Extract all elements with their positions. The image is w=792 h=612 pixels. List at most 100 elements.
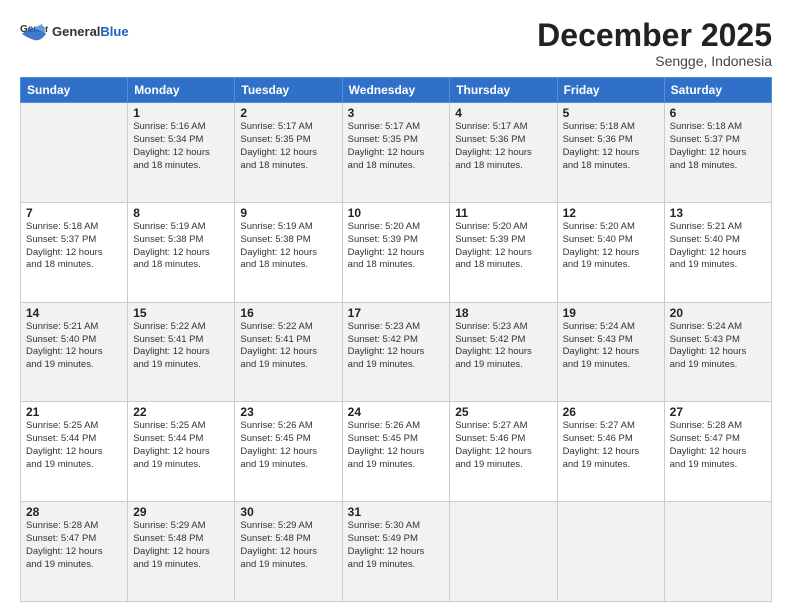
calendar-cell: 1Sunrise: 5:16 AM Sunset: 5:34 PM Daylig…: [128, 103, 235, 203]
day-info: Sunrise: 5:20 AM Sunset: 5:39 PM Dayligh…: [455, 221, 551, 272]
calendar-cell: 20Sunrise: 5:24 AM Sunset: 5:43 PM Dayli…: [664, 302, 771, 402]
calendar-cell: 5Sunrise: 5:18 AM Sunset: 5:36 PM Daylig…: [557, 103, 664, 203]
calendar-cell: 16Sunrise: 5:22 AM Sunset: 5:41 PM Dayli…: [235, 302, 342, 402]
day-info: Sunrise: 5:21 AM Sunset: 5:40 PM Dayligh…: [670, 221, 766, 272]
calendar-cell: 13Sunrise: 5:21 AM Sunset: 5:40 PM Dayli…: [664, 202, 771, 302]
calendar-week-row: 21Sunrise: 5:25 AM Sunset: 5:44 PM Dayli…: [21, 402, 772, 502]
day-number: 13: [670, 206, 766, 220]
calendar-cell: 21Sunrise: 5:25 AM Sunset: 5:44 PM Dayli…: [21, 402, 128, 502]
day-info: Sunrise: 5:17 AM Sunset: 5:35 PM Dayligh…: [348, 121, 445, 172]
logo-text: GeneralBlue: [52, 25, 129, 39]
day-info: Sunrise: 5:22 AM Sunset: 5:41 PM Dayligh…: [240, 321, 336, 372]
day-info: Sunrise: 5:25 AM Sunset: 5:44 PM Dayligh…: [133, 420, 229, 471]
day-info: Sunrise: 5:27 AM Sunset: 5:46 PM Dayligh…: [563, 420, 659, 471]
calendar-cell: 30Sunrise: 5:29 AM Sunset: 5:48 PM Dayli…: [235, 502, 342, 602]
day-info: Sunrise: 5:25 AM Sunset: 5:44 PM Dayligh…: [26, 420, 122, 471]
day-info: Sunrise: 5:27 AM Sunset: 5:46 PM Dayligh…: [455, 420, 551, 471]
calendar-cell: 27Sunrise: 5:28 AM Sunset: 5:47 PM Dayli…: [664, 402, 771, 502]
day-number: 4: [455, 106, 551, 120]
day-number: 29: [133, 505, 229, 519]
day-number: 12: [563, 206, 659, 220]
day-number: 9: [240, 206, 336, 220]
day-info: Sunrise: 5:23 AM Sunset: 5:42 PM Dayligh…: [348, 321, 445, 372]
day-info: Sunrise: 5:21 AM Sunset: 5:40 PM Dayligh…: [26, 321, 122, 372]
day-number: 23: [240, 405, 336, 419]
day-info: Sunrise: 5:18 AM Sunset: 5:36 PM Dayligh…: [563, 121, 659, 172]
calendar-cell: 4Sunrise: 5:17 AM Sunset: 5:36 PM Daylig…: [450, 103, 557, 203]
calendar-cell: 2Sunrise: 5:17 AM Sunset: 5:35 PM Daylig…: [235, 103, 342, 203]
day-number: 7: [26, 206, 122, 220]
page: General GeneralBlue December 2025 Sengge…: [0, 0, 792, 612]
calendar-cell: 22Sunrise: 5:25 AM Sunset: 5:44 PM Dayli…: [128, 402, 235, 502]
calendar-cell: 26Sunrise: 5:27 AM Sunset: 5:46 PM Dayli…: [557, 402, 664, 502]
day-number: 28: [26, 505, 122, 519]
calendar-cell: 29Sunrise: 5:29 AM Sunset: 5:48 PM Dayli…: [128, 502, 235, 602]
column-header-saturday: Saturday: [664, 78, 771, 103]
column-header-thursday: Thursday: [450, 78, 557, 103]
day-number: 30: [240, 505, 336, 519]
logo-general: General: [52, 24, 100, 39]
column-header-sunday: Sunday: [21, 78, 128, 103]
column-header-tuesday: Tuesday: [235, 78, 342, 103]
day-info: Sunrise: 5:26 AM Sunset: 5:45 PM Dayligh…: [240, 420, 336, 471]
calendar-week-row: 28Sunrise: 5:28 AM Sunset: 5:47 PM Dayli…: [21, 502, 772, 602]
day-info: Sunrise: 5:26 AM Sunset: 5:45 PM Dayligh…: [348, 420, 445, 471]
calendar-cell: 6Sunrise: 5:18 AM Sunset: 5:37 PM Daylig…: [664, 103, 771, 203]
day-number: 1: [133, 106, 229, 120]
day-number: 11: [455, 206, 551, 220]
calendar-week-row: 14Sunrise: 5:21 AM Sunset: 5:40 PM Dayli…: [21, 302, 772, 402]
day-number: 6: [670, 106, 766, 120]
day-info: Sunrise: 5:18 AM Sunset: 5:37 PM Dayligh…: [26, 221, 122, 272]
calendar-cell: 17Sunrise: 5:23 AM Sunset: 5:42 PM Dayli…: [342, 302, 450, 402]
day-info: Sunrise: 5:17 AM Sunset: 5:35 PM Dayligh…: [240, 121, 336, 172]
day-info: Sunrise: 5:18 AM Sunset: 5:37 PM Dayligh…: [670, 121, 766, 172]
day-number: 26: [563, 405, 659, 419]
subtitle: Sengge, Indonesia: [537, 53, 772, 69]
calendar-cell: 12Sunrise: 5:20 AM Sunset: 5:40 PM Dayli…: [557, 202, 664, 302]
logo-icon: General: [20, 18, 48, 46]
title-block: December 2025 Sengge, Indonesia: [537, 18, 772, 69]
day-number: 25: [455, 405, 551, 419]
day-number: 18: [455, 306, 551, 320]
day-info: Sunrise: 5:20 AM Sunset: 5:40 PM Dayligh…: [563, 221, 659, 272]
day-info: Sunrise: 5:29 AM Sunset: 5:48 PM Dayligh…: [133, 520, 229, 571]
day-info: Sunrise: 5:24 AM Sunset: 5:43 PM Dayligh…: [670, 321, 766, 372]
day-number: 27: [670, 405, 766, 419]
day-info: Sunrise: 5:22 AM Sunset: 5:41 PM Dayligh…: [133, 321, 229, 372]
day-info: Sunrise: 5:19 AM Sunset: 5:38 PM Dayligh…: [240, 221, 336, 272]
day-number: 15: [133, 306, 229, 320]
day-number: 16: [240, 306, 336, 320]
day-number: 22: [133, 405, 229, 419]
calendar-cell: 18Sunrise: 5:23 AM Sunset: 5:42 PM Dayli…: [450, 302, 557, 402]
column-header-wednesday: Wednesday: [342, 78, 450, 103]
calendar-cell: 15Sunrise: 5:22 AM Sunset: 5:41 PM Dayli…: [128, 302, 235, 402]
calendar-week-row: 7Sunrise: 5:18 AM Sunset: 5:37 PM Daylig…: [21, 202, 772, 302]
day-number: 5: [563, 106, 659, 120]
day-number: 2: [240, 106, 336, 120]
day-number: 19: [563, 306, 659, 320]
day-number: 14: [26, 306, 122, 320]
day-number: 24: [348, 405, 445, 419]
day-number: 21: [26, 405, 122, 419]
calendar-cell: [21, 103, 128, 203]
day-number: 3: [348, 106, 445, 120]
day-info: Sunrise: 5:16 AM Sunset: 5:34 PM Dayligh…: [133, 121, 229, 172]
calendar-cell: 28Sunrise: 5:28 AM Sunset: 5:47 PM Dayli…: [21, 502, 128, 602]
calendar-cell: [664, 502, 771, 602]
logo-blue: Blue: [100, 24, 128, 39]
logo: General GeneralBlue: [20, 18, 129, 46]
calendar-cell: 7Sunrise: 5:18 AM Sunset: 5:37 PM Daylig…: [21, 202, 128, 302]
calendar-cell: 11Sunrise: 5:20 AM Sunset: 5:39 PM Dayli…: [450, 202, 557, 302]
calendar-cell: 14Sunrise: 5:21 AM Sunset: 5:40 PM Dayli…: [21, 302, 128, 402]
day-info: Sunrise: 5:23 AM Sunset: 5:42 PM Dayligh…: [455, 321, 551, 372]
calendar-cell: [557, 502, 664, 602]
day-info: Sunrise: 5:29 AM Sunset: 5:48 PM Dayligh…: [240, 520, 336, 571]
day-info: Sunrise: 5:17 AM Sunset: 5:36 PM Dayligh…: [455, 121, 551, 172]
calendar-cell: 24Sunrise: 5:26 AM Sunset: 5:45 PM Dayli…: [342, 402, 450, 502]
calendar-header-row: SundayMondayTuesdayWednesdayThursdayFrid…: [21, 78, 772, 103]
day-number: 20: [670, 306, 766, 320]
header: General GeneralBlue December 2025 Sengge…: [20, 18, 772, 69]
day-number: 10: [348, 206, 445, 220]
day-info: Sunrise: 5:30 AM Sunset: 5:49 PM Dayligh…: [348, 520, 445, 571]
day-info: Sunrise: 5:24 AM Sunset: 5:43 PM Dayligh…: [563, 321, 659, 372]
